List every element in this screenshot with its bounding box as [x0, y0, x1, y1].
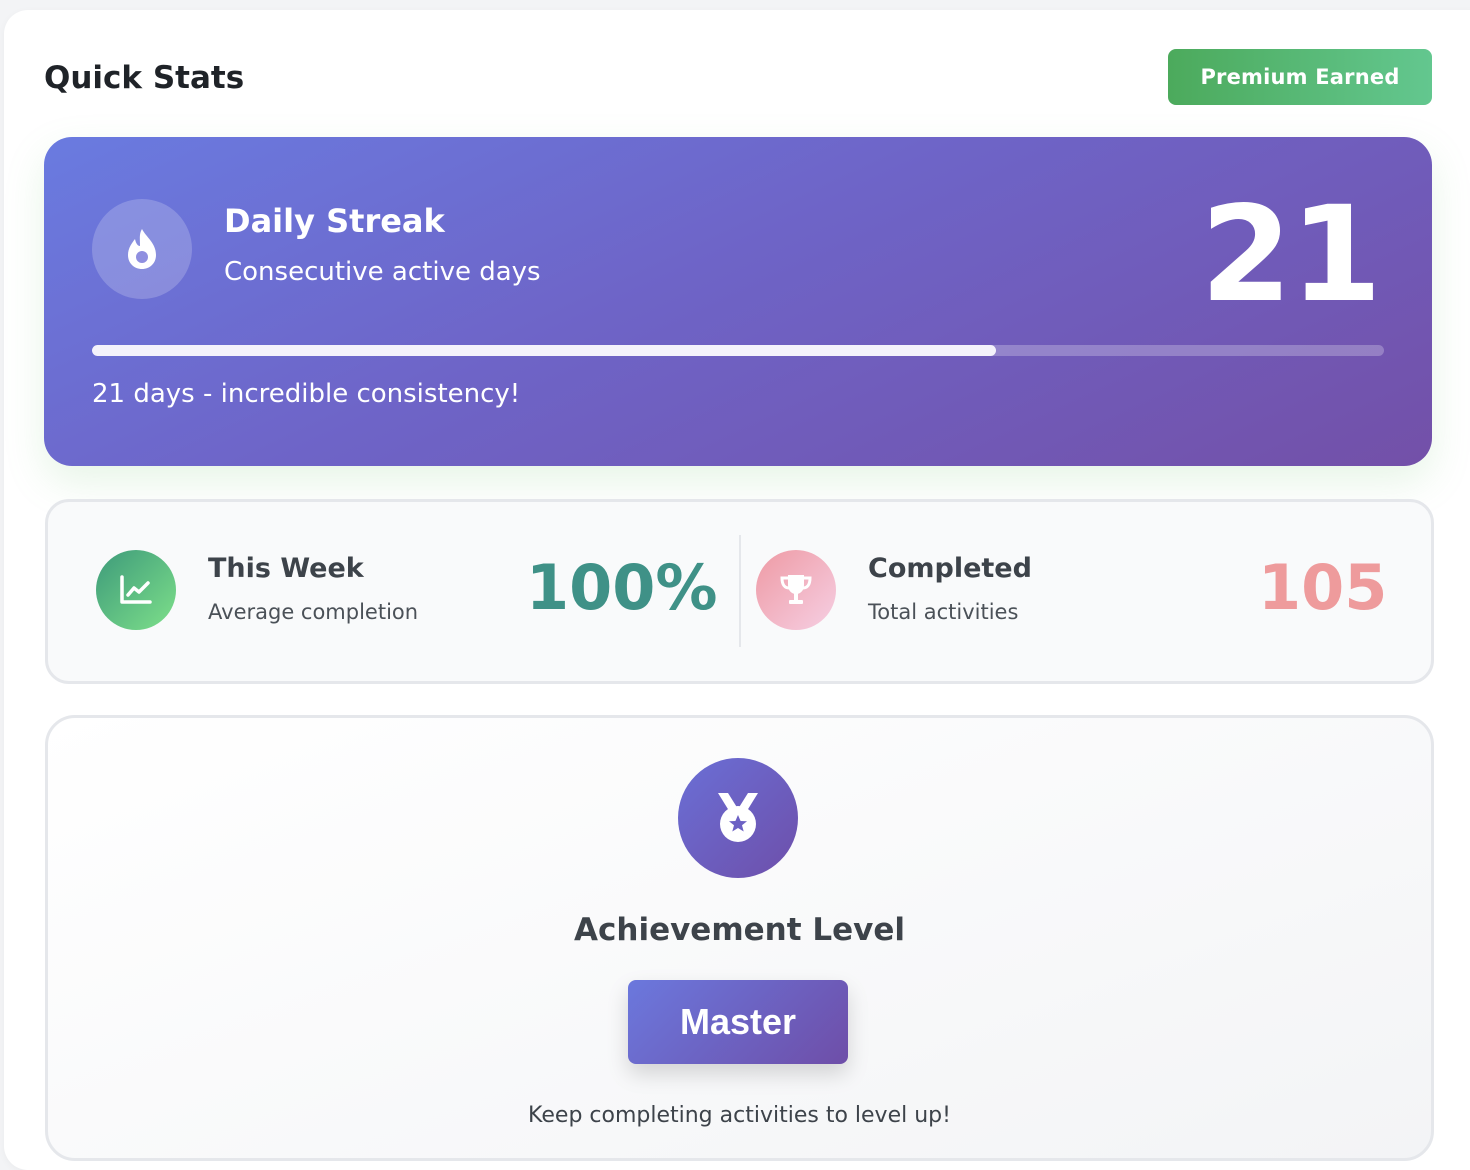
streak-message: 21 days - incredible consistency!: [92, 379, 521, 409]
fire-icon: [92, 199, 192, 299]
completed-value: 105: [1258, 551, 1388, 624]
streak-value: 21: [1200, 178, 1382, 332]
achievement-level-button[interactable]: Master: [628, 980, 848, 1064]
achievement-title: Achievement Level: [574, 912, 905, 948]
completed-label: Completed: [868, 553, 1032, 584]
stats-divider: [739, 535, 741, 647]
completed-sub: Total activities: [868, 600, 1019, 624]
page-title: Quick Stats: [44, 60, 245, 96]
daily-streak-card: Daily Streak Consecutive active days 21 …: [44, 137, 1432, 466]
this-week-value: 100%: [526, 551, 718, 624]
streak-progress-bar: [92, 345, 1384, 356]
this-week-sub: Average completion: [208, 600, 419, 624]
achievement-message: Keep completing activities to level up!: [528, 1103, 951, 1128]
chart-line-icon: [96, 550, 176, 630]
achievement-card: Achievement Level Master Keep completing…: [45, 715, 1434, 1161]
this-week-label: This Week: [208, 553, 364, 584]
streak-subtitle: Consecutive active days: [224, 257, 541, 287]
streak-title: Daily Streak: [224, 202, 445, 240]
trophy-icon: [756, 550, 836, 630]
streak-progress-fill: [92, 345, 997, 356]
stats-card: This Week Average completion 100% Comple…: [45, 499, 1434, 684]
medal-icon: [678, 758, 798, 878]
premium-badge: Premium Earned: [1168, 49, 1432, 105]
